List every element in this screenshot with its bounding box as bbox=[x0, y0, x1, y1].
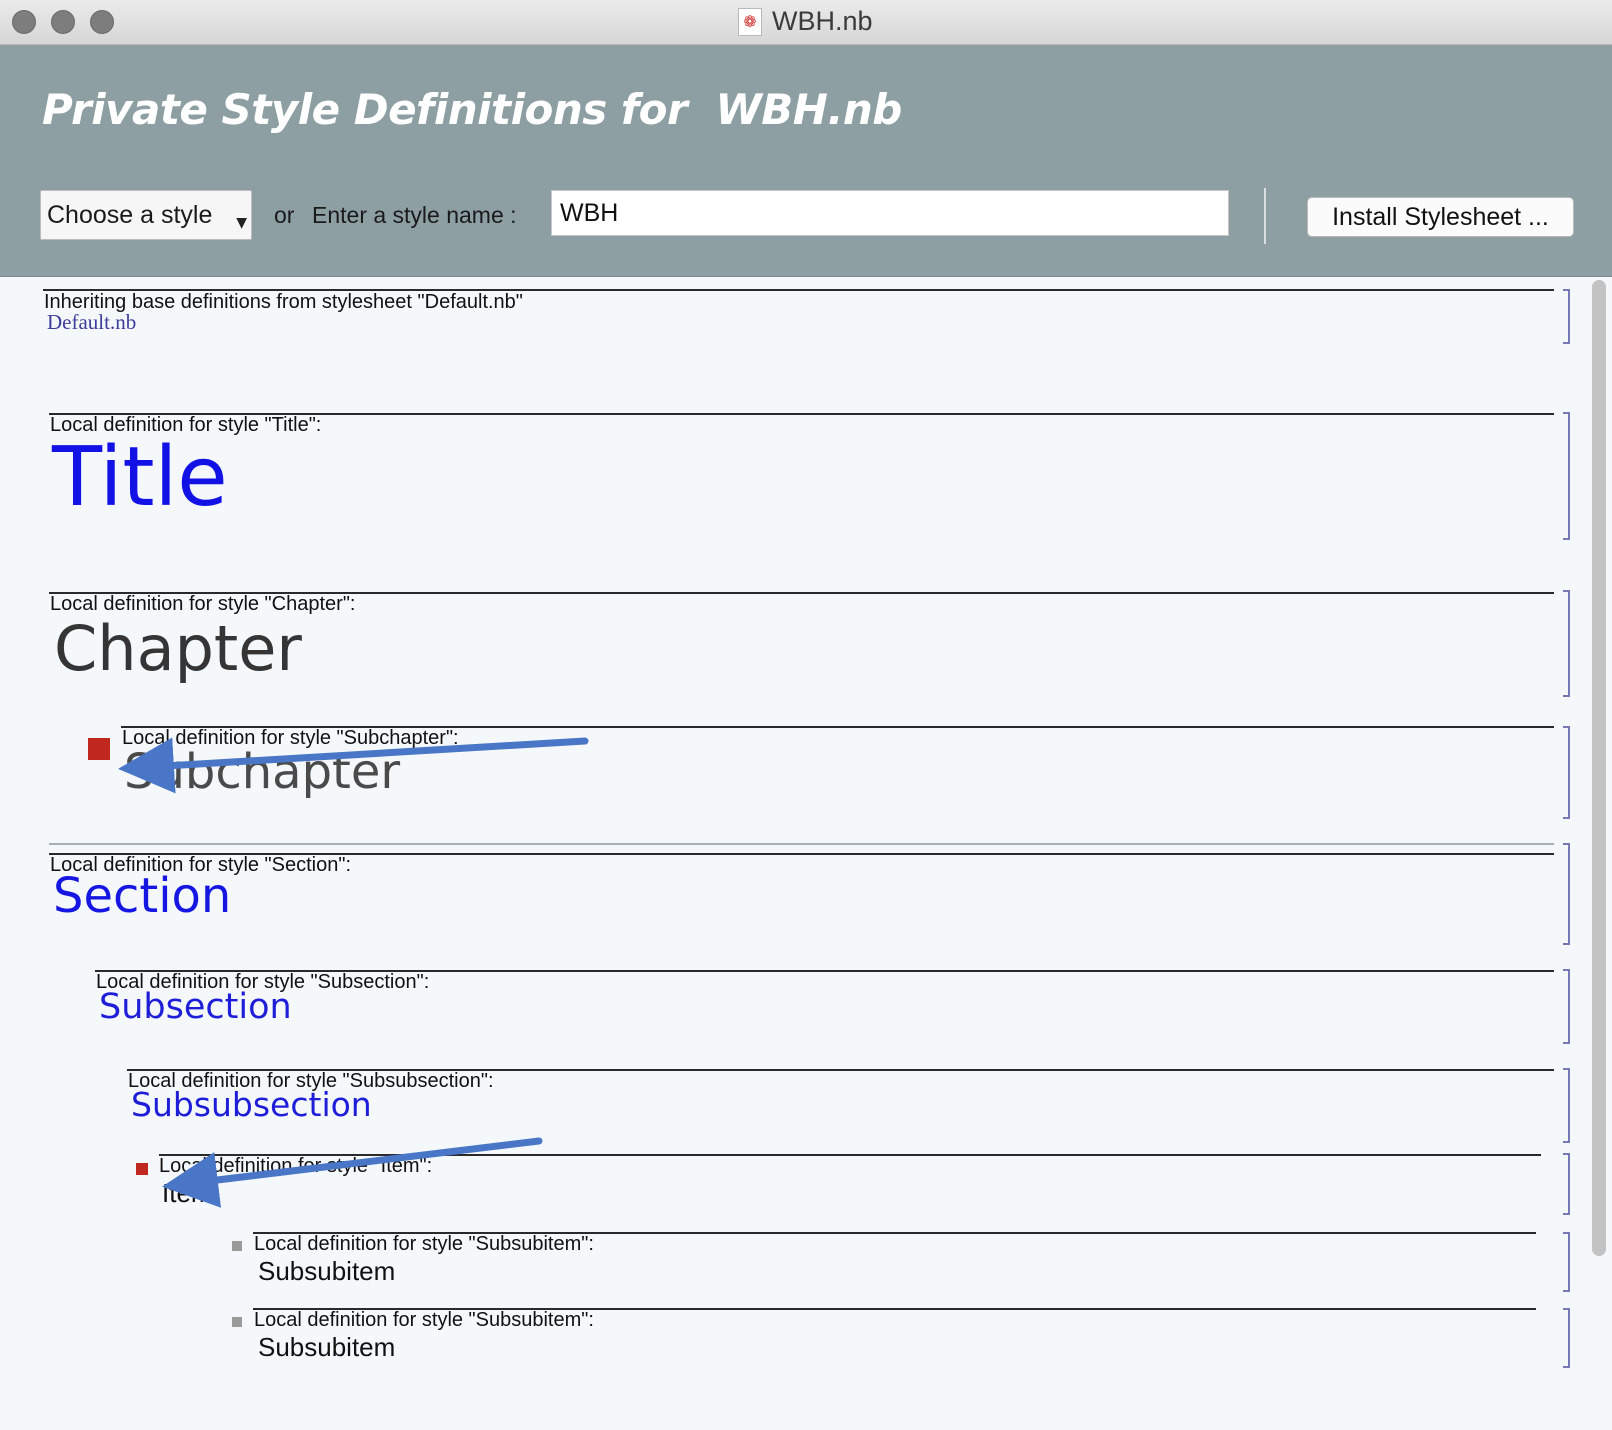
style-definitions-area: Inheriting base definitions from stylesh… bbox=[0, 277, 1612, 1430]
cell-bracket[interactable] bbox=[1563, 412, 1570, 540]
red-square-marker bbox=[136, 1163, 148, 1175]
window-title-bar: ❁ WBH.nb bbox=[0, 0, 1612, 45]
item-style-sample[interactable]: Item bbox=[162, 1178, 213, 1209]
cell-bracket[interactable] bbox=[1563, 1308, 1570, 1368]
subsubitem-definition-label: Local definition for style "Subsubitem": bbox=[254, 1233, 594, 1255]
window-title: WBH.nb bbox=[772, 6, 873, 36]
scrollbar-thumb[interactable] bbox=[1592, 280, 1606, 1256]
subsubitem-definition-label: Local definition for style "Subsubitem": bbox=[254, 1309, 594, 1331]
toolbar-divider bbox=[1264, 188, 1266, 244]
close-window-button[interactable] bbox=[12, 10, 36, 34]
cell-bracket[interactable] bbox=[1563, 726, 1570, 819]
default-stylesheet-link[interactable]: Default.nb bbox=[47, 310, 136, 335]
subchapter-style-sample[interactable]: Subchapter bbox=[124, 744, 400, 800]
subsubitem-style-sample[interactable]: Subsubitem bbox=[258, 1256, 395, 1287]
chapter-style-sample[interactable]: Chapter bbox=[54, 612, 302, 685]
section-group-divider bbox=[49, 843, 1554, 845]
cell-bracket[interactable] bbox=[1563, 1153, 1570, 1215]
notebook-file-icon: ❁ bbox=[738, 8, 762, 36]
cell-bracket[interactable] bbox=[1563, 969, 1570, 1044]
subsubitem-style-sample[interactable]: Subsubitem bbox=[258, 1332, 395, 1363]
style-name-input[interactable] bbox=[551, 190, 1229, 236]
cell-bracket[interactable] bbox=[1563, 1232, 1570, 1292]
title-style-sample[interactable]: Title bbox=[52, 430, 228, 525]
page-title: Private Style Definitions for WBH.nb bbox=[42, 85, 902, 134]
cell-bracket[interactable] bbox=[1563, 590, 1570, 697]
gray-square-bullet bbox=[232, 1317, 242, 1327]
red-square-marker bbox=[88, 738, 110, 760]
zoom-window-button[interactable] bbox=[90, 10, 114, 34]
enter-style-name-label: Enter a style name : bbox=[312, 202, 517, 228]
subsubsection-style-sample[interactable]: Subsubsection bbox=[131, 1085, 372, 1124]
choose-style-dropdown[interactable]: Choose a style ▼ bbox=[40, 190, 252, 240]
section-style-sample[interactable]: Section bbox=[53, 868, 231, 924]
choose-style-label: Choose a style bbox=[47, 201, 213, 229]
or-label: or bbox=[274, 202, 295, 228]
cell-bracket[interactable] bbox=[1563, 843, 1570, 945]
chevron-down-icon: ▼ bbox=[236, 215, 247, 231]
minimize-window-button[interactable] bbox=[51, 10, 75, 34]
cell-bracket[interactable] bbox=[1563, 1068, 1570, 1143]
item-definition-label: Local definition for style "Item": bbox=[159, 1155, 433, 1177]
subsection-style-sample[interactable]: Subsection bbox=[99, 987, 292, 1027]
cell-bracket[interactable] bbox=[1563, 289, 1570, 344]
gray-square-bullet bbox=[232, 1241, 242, 1251]
install-stylesheet-button[interactable]: Install Stylesheet ... bbox=[1307, 197, 1574, 237]
stylesheet-header: Private Style Definitions for WBH.nb Cho… bbox=[0, 45, 1612, 277]
